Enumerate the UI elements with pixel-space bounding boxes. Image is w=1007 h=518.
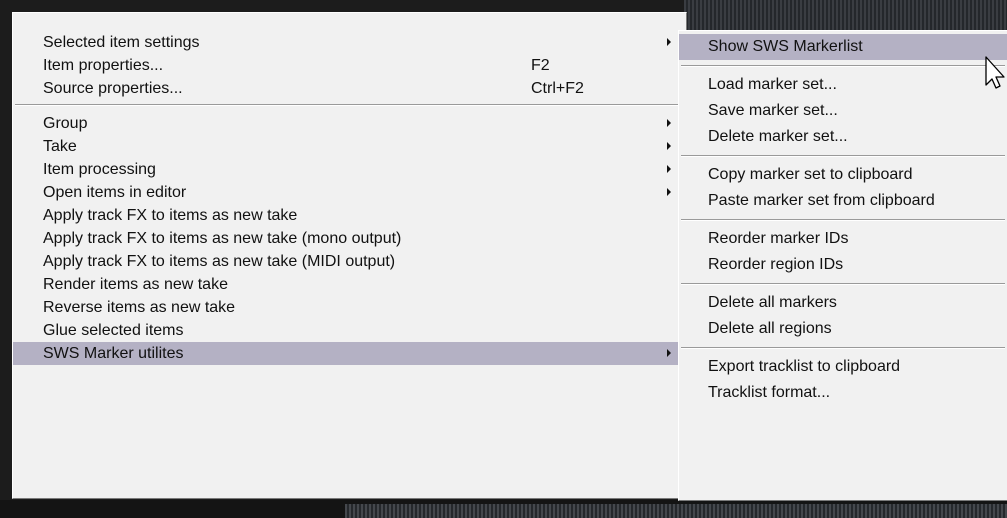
menu-item-label: Delete marker set... bbox=[708, 128, 848, 145]
menu-separator bbox=[681, 65, 1005, 67]
submenu-arrow-icon bbox=[667, 142, 671, 150]
menu-item-label: SWS Marker utilites bbox=[43, 345, 184, 362]
submenu-arrow-icon bbox=[667, 349, 671, 357]
menu-item-label: Show SWS Markerlist bbox=[708, 38, 863, 55]
menu-item-save-marker-set[interactable]: Save marker set... bbox=[679, 98, 1007, 124]
submenu-arrow-icon bbox=[667, 119, 671, 127]
track-area-background bbox=[684, 0, 1007, 34]
menu-item-label: Selected item settings bbox=[43, 34, 200, 51]
menu-item-shortcut: Ctrl+F2 bbox=[531, 80, 584, 97]
menu-item-label: Delete all regions bbox=[708, 320, 832, 337]
menu-item-item-properties[interactable]: Item properties... F2 bbox=[13, 54, 686, 77]
menu-item-delete-all-markers[interactable]: Delete all markers bbox=[679, 290, 1007, 316]
menu-item-label: Apply track FX to items as new take (mon… bbox=[43, 230, 402, 247]
menu-item-label: Item properties... bbox=[43, 57, 164, 74]
submenu-arrow-icon bbox=[667, 188, 671, 196]
menu-item-label: Source properties... bbox=[43, 80, 183, 97]
submenu-arrow-icon bbox=[667, 38, 671, 46]
sws-marker-utilities-submenu: Show SWS Markerlist Load marker set... Sav… bbox=[678, 30, 1007, 501]
menu-item-apply-track-fx-to-items-as-new-take-midi-output[interactable]: Apply track FX to items as new take (MID… bbox=[13, 250, 686, 273]
submenu-arrow-icon bbox=[667, 165, 671, 173]
menu-separator bbox=[15, 104, 684, 106]
menu-item-label: Apply track FX to items as new take (MID… bbox=[43, 253, 396, 270]
menu-item-tracklist-format[interactable]: Tracklist format... bbox=[679, 380, 1007, 406]
menu-item-apply-track-fx-to-items-as-new-take[interactable]: Apply track FX to items as new take bbox=[13, 204, 686, 227]
menu-item-label: Copy marker set to clipboard bbox=[708, 166, 913, 183]
menu-item-label: Delete all markers bbox=[708, 294, 837, 311]
menu-item-reverse-items-as-new-take[interactable]: Reverse items as new take bbox=[13, 296, 686, 319]
menu-item-label: Take bbox=[43, 138, 77, 155]
menu-item-take[interactable]: Take bbox=[13, 135, 686, 158]
menu-item-render-items-as-new-take[interactable]: Render items as new take bbox=[13, 273, 686, 296]
arrow-pointer-icon bbox=[985, 56, 1005, 89]
menu-item-label: Paste marker set from clipboard bbox=[708, 192, 935, 209]
menu-item-item-processing[interactable]: Item processing bbox=[13, 158, 686, 181]
menu-item-source-properties[interactable]: Source properties... Ctrl+F2 bbox=[13, 77, 686, 100]
menu-item-label: Load marker set... bbox=[708, 76, 837, 93]
menu-item-load-marker-set[interactable]: Load marker set... bbox=[679, 72, 1007, 98]
menu-item-label: Export tracklist to clipboard bbox=[708, 358, 901, 375]
menu-item-sws-marker-utilites[interactable]: SWS Marker utilites bbox=[13, 342, 686, 365]
menu-item-reorder-marker-ids[interactable]: Reorder marker IDs bbox=[679, 226, 1007, 252]
menu-item-label: Open items in editor bbox=[43, 184, 187, 201]
menu-item-copy-marker-set-to-clipboard[interactable]: Copy marker set to clipboard bbox=[679, 162, 1007, 188]
menu-item-label: Tracklist format... bbox=[708, 384, 831, 401]
menu-separator bbox=[681, 155, 1005, 157]
menu-item-shortcut: F2 bbox=[531, 57, 550, 74]
menu-item-show-sws-markerlist[interactable]: Show SWS Markerlist bbox=[679, 34, 1007, 60]
menu-separator bbox=[681, 219, 1005, 221]
menu-item-selected-item-settings[interactable]: Selected item settings bbox=[13, 31, 686, 54]
menu-item-label: Group bbox=[43, 115, 88, 132]
menu-separator bbox=[681, 283, 1005, 285]
menu-item-paste-marker-set-from-clipboard[interactable]: Paste marker set from clipboard bbox=[679, 188, 1007, 214]
menu-item-label: Reorder region IDs bbox=[708, 256, 844, 273]
menu-item-label: Item processing bbox=[43, 161, 156, 178]
item-context-menu: Selected item settings Item properties...… bbox=[12, 12, 687, 499]
menu-item-apply-track-fx-to-items-as-new-take-mono-output[interactable]: Apply track FX to items as new take (mon… bbox=[13, 227, 686, 250]
menu-item-group[interactable]: Group bbox=[13, 112, 686, 135]
timeline-background bbox=[0, 500, 1007, 518]
menu-item-label: Glue selected items bbox=[43, 322, 184, 339]
menu-item-label: Apply track FX to items as new take bbox=[43, 207, 298, 224]
menu-item-label: Save marker set... bbox=[708, 102, 838, 119]
menu-item-delete-marker-set[interactable]: Delete marker set... bbox=[679, 124, 1007, 150]
menu-item-open-items-in-editor[interactable]: Open items in editor bbox=[13, 181, 686, 204]
menu-separator bbox=[681, 347, 1005, 349]
menu-item-label: Reverse items as new take bbox=[43, 299, 236, 316]
menu-item-glue-selected-items[interactable]: Glue selected items bbox=[13, 319, 686, 342]
menu-item-export-tracklist-to-clipboard[interactable]: Export tracklist to clipboard bbox=[679, 354, 1007, 380]
menu-item-delete-all-regions[interactable]: Delete all regions bbox=[679, 316, 1007, 342]
menu-item-reorder-region-ids[interactable]: Reorder region IDs bbox=[679, 252, 1007, 278]
menu-item-label: Render items as new take bbox=[43, 276, 228, 293]
menu-item-label: Reorder marker IDs bbox=[708, 230, 849, 247]
